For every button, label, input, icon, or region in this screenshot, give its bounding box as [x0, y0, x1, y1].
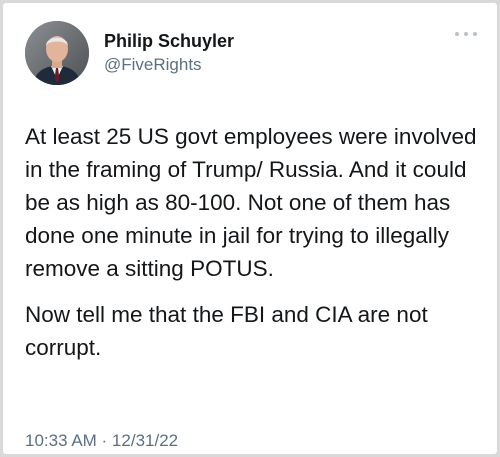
avatar[interactable]	[25, 21, 89, 85]
more-dots-icon[interactable]	[455, 29, 477, 39]
display-name[interactable]: Philip Schuyler	[104, 29, 234, 53]
dot	[473, 32, 477, 36]
tweet-header: Philip Schuyler @FiveRights	[21, 21, 479, 91]
tweet-paragraph: At least 25 US govt employees were invol…	[25, 124, 477, 281]
avatar-image	[25, 21, 89, 85]
dot	[464, 32, 468, 36]
author-names: Philip Schuyler @FiveRights	[104, 29, 234, 77]
dot	[455, 32, 459, 36]
tweet-card: Philip Schuyler @FiveRights At least 25 …	[3, 3, 497, 454]
tweet-timestamp[interactable]: 10:33 AM · 12/31/22	[25, 431, 178, 451]
user-handle[interactable]: @FiveRights	[104, 53, 234, 77]
tweet-body: At least 25 US govt employees were invol…	[25, 120, 485, 364]
tweet-paragraph: Now tell me that the FBI and CIA are not…	[25, 302, 428, 360]
